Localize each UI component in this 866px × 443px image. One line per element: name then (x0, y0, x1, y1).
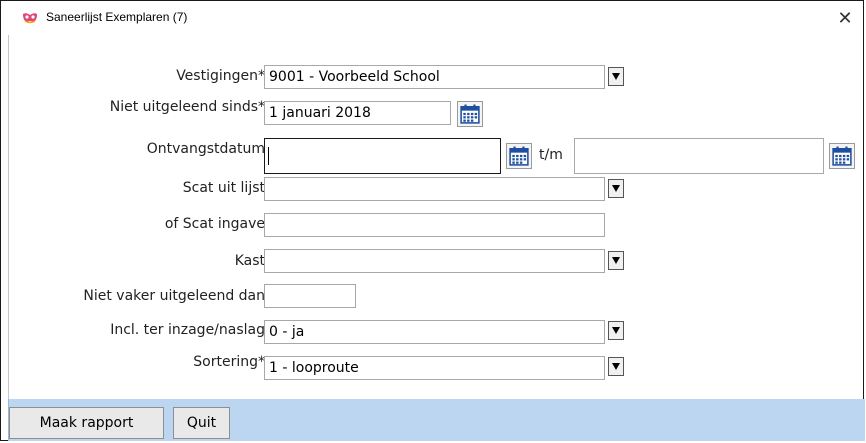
sortering-select[interactable]: 1 - looproute (264, 356, 605, 380)
ontvangstdatum-to-calendar-button[interactable] (829, 143, 855, 169)
triangle-down-icon[interactable] (608, 67, 624, 86)
ontvangstdatum-from-field[interactable] (264, 138, 501, 174)
title-bar: Saneerlijst Exemplaren (7) ✕ (1, 1, 863, 35)
calendar-icon (832, 146, 852, 166)
ontvangstdatum-to-field[interactable] (574, 138, 824, 174)
text-caret (268, 147, 269, 165)
kast-label: Kast (234, 253, 265, 269)
scat-ingave-label: of Scat ingave (164, 216, 265, 232)
close-icon: ✕ (837, 7, 853, 29)
maak-rapport-button[interactable]: Maak rapport (9, 407, 164, 439)
vestigingen-label: Vestigingen* (176, 68, 265, 84)
quit-button[interactable]: Quit (173, 407, 230, 439)
dialog-window: Saneerlijst Exemplaren (7) ✕ Vestigingen… (0, 0, 865, 441)
calendar-icon (509, 146, 529, 166)
niet-uitgeleend-sinds-calendar-button[interactable] (457, 101, 483, 127)
triangle-down-icon[interactable] (608, 251, 624, 270)
ontvangstdatum-label: Ontvangstdatum (146, 141, 265, 157)
calendar-icon (460, 104, 480, 124)
button-bar: Maak rapport Quit (8, 399, 865, 441)
vestigingen-select[interactable]: 9001 - Voorbeeld School (264, 65, 605, 89)
mask-icon (23, 13, 37, 24)
scat-uit-lijst-select[interactable] (264, 177, 605, 201)
sortering-label: Sortering* (193, 354, 265, 370)
incl-inzage-label: Incl. ter inzage/naslag (110, 322, 265, 338)
niet-vaker-uitgeleend-field[interactable] (264, 284, 356, 308)
triangle-down-icon[interactable] (608, 321, 624, 340)
niet-uitgeleend-sinds-label: Niet uitgeleend sinds* (109, 99, 265, 115)
incl-inzage-select[interactable]: 0 - ja (264, 320, 605, 344)
kast-select[interactable] (264, 249, 605, 273)
triangle-down-icon[interactable] (608, 179, 624, 198)
triangle-down-icon[interactable] (608, 357, 624, 376)
window-title: Saneerlijst Exemplaren (7) (46, 10, 188, 24)
close-button[interactable]: ✕ (827, 1, 863, 35)
ontvangstdatum-from-calendar-button[interactable] (506, 143, 532, 169)
scat-ingave-field[interactable] (264, 213, 605, 237)
niet-uitgeleend-sinds-field[interactable]: 1 januari 2018 (264, 101, 451, 125)
date-range-separator: t/m (539, 147, 563, 163)
niet-vaker-uitgeleend-label: Niet vaker uitgeleend dan (83, 288, 265, 304)
form-panel: Vestigingen* 9001 - Voorbeeld School Nie… (8, 35, 857, 399)
scat-uit-lijst-label: Scat uit lijst (182, 180, 265, 196)
